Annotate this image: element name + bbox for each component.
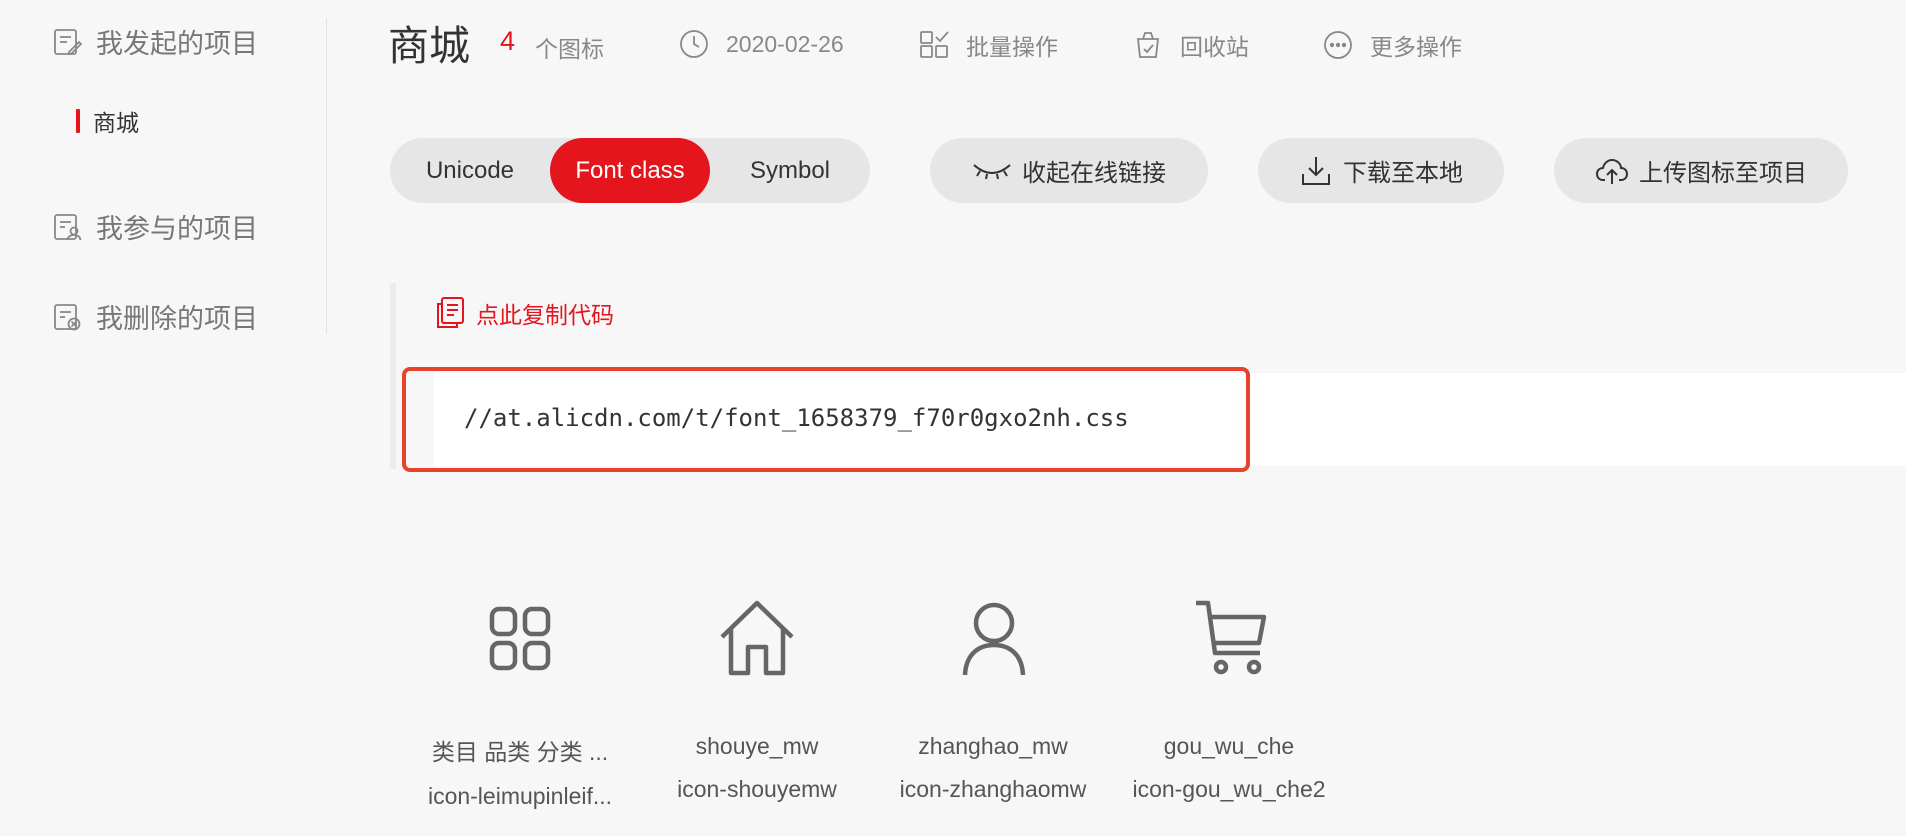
icon-card[interactable]: shouye_mw icon-shouyemw (647, 595, 867, 803)
home-icon (720, 600, 794, 676)
eye-closed-icon (973, 163, 1011, 179)
sidebar-item-participating-projects[interactable]: 我参与的项目 (52, 207, 258, 246)
download-label: 下载至本地 (1343, 160, 1463, 187)
sidebar-item-label: 我删除的项目 (96, 304, 258, 334)
icon-name: gou_wu_che (1163, 733, 1295, 759)
icon-count: 4 (500, 26, 516, 56)
category-icon (489, 606, 551, 671)
sidebar-item-label: 我发起的项目 (96, 29, 258, 59)
cloud-upload-icon (1595, 158, 1629, 184)
sidebar-item-label: 我参与的项目 (96, 214, 258, 244)
tab-font-class[interactable]: Font class (550, 138, 710, 203)
sidebar-subitem-label: 商城 (93, 110, 139, 136)
format-tabs: Unicode Font class Symbol (390, 138, 870, 203)
more-operations-button[interactable]: 更多操作 (1322, 28, 1462, 62)
cart-icon (1196, 600, 1267, 675)
copy-icon (437, 297, 464, 328)
upload-icon-to-project-button[interactable]: 上传图标至项目 (1554, 138, 1848, 203)
url-highlight-box (402, 367, 1250, 472)
active-indicator (76, 109, 80, 133)
more-label: 更多操作 (1370, 34, 1462, 60)
date-text: 2020-02-26 (726, 30, 844, 57)
download-local-button[interactable]: 下载至本地 (1258, 138, 1504, 203)
copy-code-button[interactable]: 点此复制代码 (434, 296, 614, 330)
recycle-label: 回收站 (1180, 34, 1249, 60)
collapse-label: 收起在线链接 (1022, 160, 1166, 187)
page-title: 商城 (388, 23, 470, 69)
icon-name: 类目 品类 分类 ... (431, 739, 609, 765)
icon-card[interactable]: 类目 品类 分类 ... icon-leimupinleif... (410, 595, 630, 810)
icon-card[interactable]: zhanghao_mw icon-zhanghaomw (883, 595, 1103, 803)
code-area-rail (390, 283, 396, 469)
icon-class-name: icon-zhanghaomw (899, 776, 1087, 802)
sidebar-divider (326, 18, 327, 334)
icon-class-name: icon-gou_wu_che2 (1132, 776, 1326, 802)
batch-icon (920, 31, 949, 58)
collapse-online-link-button[interactable]: 收起在线链接 (930, 138, 1208, 203)
batch-label: 批量操作 (966, 34, 1058, 60)
copy-code-label: 点此复制代码 (476, 302, 614, 328)
more-icon (1324, 31, 1352, 59)
sidebar-item-my-projects[interactable]: 我发起的项目 (52, 22, 258, 61)
icon-class-name: icon-shouyemw (677, 776, 837, 802)
tab-unicode[interactable]: Unicode (390, 138, 550, 203)
icon-card[interactable]: gou_wu_che icon-gou_wu_che2 (1119, 595, 1339, 803)
download-icon (1302, 156, 1330, 185)
created-date: 2020-02-26 (678, 28, 844, 60)
icon-count-unit: 个图标 (535, 36, 604, 62)
batch-operation-button[interactable]: 批量操作 (918, 28, 1058, 62)
edit-doc-icon (54, 28, 82, 55)
recycle-bin-button[interactable]: 回收站 (1132, 28, 1249, 62)
sidebar-subitem-active-project[interactable]: 商城 (76, 104, 139, 138)
icon-name: shouye_mw (695, 733, 819, 759)
tab-symbol[interactable]: Symbol (710, 138, 870, 203)
delete-doc-icon (54, 303, 81, 330)
recycle-bin-icon (1136, 32, 1160, 58)
icon-class-name: icon-leimupinleif... (427, 783, 613, 809)
upload-label: 上传图标至项目 (1639, 160, 1807, 187)
user-icon (962, 602, 1026, 676)
user-doc-icon (54, 213, 82, 240)
clock-icon (680, 30, 708, 58)
icon-name: zhanghao_mw (918, 733, 1068, 759)
sidebar-item-deleted-projects[interactable]: 我删除的项目 (52, 297, 258, 336)
